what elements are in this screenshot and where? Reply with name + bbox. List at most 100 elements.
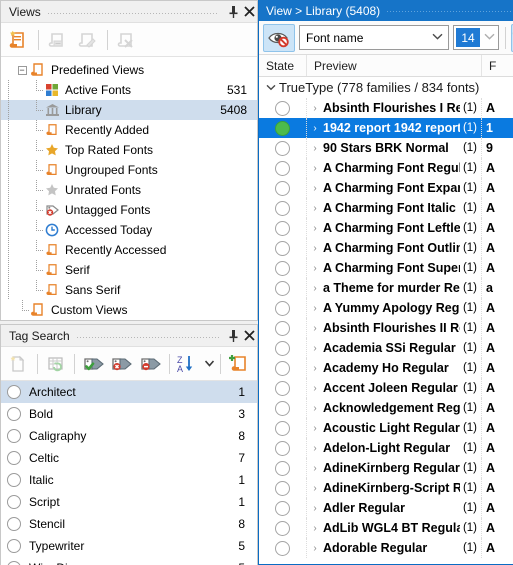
eye-disabled-icon[interactable] [263,23,295,52]
chevron-right-icon[interactable]: › [307,123,323,134]
tag-list-item[interactable]: Script 1 [1,491,257,513]
font-group-row-truetype[interactable]: TrueType (778 families / 834 fonts) [259,77,513,98]
chevron-down-icon[interactable] [263,82,279,94]
state-circle-icon[interactable] [275,480,290,496]
chevron-right-icon[interactable]: › [307,523,323,534]
tag-list-item[interactable]: Architect 1 [1,381,257,403]
tag-list-item[interactable]: Caligraphy 8 [1,425,257,447]
chevron-right-icon[interactable]: › [307,463,323,474]
table-row[interactable]: › AdineKirnberg-Script Regu (1) A [259,478,513,498]
state-circle-icon[interactable] [275,160,290,176]
tag-check-icon[interactable] [80,350,107,378]
tree-item-untagged-fonts[interactable]: Untagged Fonts [1,200,257,220]
table-row[interactable]: › Acoustic Light Regular (1) A [259,418,513,438]
state-circle-icon[interactable] [275,340,290,356]
pin-icon[interactable] [225,327,241,345]
font-state-cell[interactable] [259,298,307,318]
tree-item-predefined-views[interactable]: − Predefined Views [1,60,257,80]
tag-state-circle[interactable] [7,495,21,509]
font-size-value[interactable]: 14 [456,28,480,47]
tag-state-circle[interactable] [7,539,21,553]
state-circle-icon[interactable] [275,320,290,336]
chevron-right-icon[interactable]: › [307,263,323,274]
tree-item-serif[interactable]: Serif [1,260,257,280]
font-state-cell[interactable] [259,358,307,378]
tag-list-item[interactable]: Italic 1 [1,469,257,491]
table-row[interactable]: › Absinth Flourishes I Regula (1) A [259,98,513,118]
state-circle-icon[interactable] [275,260,290,276]
font-state-cell[interactable] [259,258,307,278]
font-state-cell[interactable] [259,458,307,478]
chevron-right-icon[interactable]: › [307,323,323,334]
table-row[interactable]: › 90 Stars BRK Normal (1) 9 [259,138,513,158]
state-circle-icon[interactable] [275,460,290,476]
table-row[interactable]: › Adelon-Light Regular (1) A [259,438,513,458]
tag-state-circle[interactable] [7,473,21,487]
table-row[interactable]: › AdLib WGL4 BT Regular (1) A [259,518,513,538]
state-circle-icon[interactable] [275,400,290,416]
state-circle-icon[interactable] [275,540,290,556]
tag-list[interactable]: Architect 1 Bold 3 Caligraphy 8 Celtic 7 [1,381,257,565]
font-state-cell[interactable] [259,538,307,558]
state-circle-icon[interactable] [275,360,290,376]
table-row[interactable]: › Academy Ho Regular (1) A [259,358,513,378]
tree-item-recently-accessed[interactable]: Recently Accessed [1,240,257,260]
table-row[interactable]: › A Yummy Apology Regular (1) A [259,298,513,318]
table-row[interactable]: › Academia SSi Regular (1) A [259,338,513,358]
state-circle-icon[interactable] [275,220,290,236]
table-row[interactable]: › 1942 report 1942 report (1) 1 [259,118,513,138]
close-icon[interactable] [241,3,257,21]
tree-item-library[interactable]: Library 5408 [1,100,257,120]
tag-list-item[interactable]: Celtic 7 [1,447,257,469]
tree-item-sans-serif[interactable]: Sans Serif [1,280,257,300]
font-state-cell[interactable] [259,118,307,138]
tree-item-accessed-today[interactable]: Accessed Today [1,220,257,240]
table-row[interactable]: › AdineKirnberg Regular (1) A [259,458,513,478]
table-row[interactable]: › A Charming Font Expanded (1) A [259,178,513,198]
tag-exclude-icon[interactable] [137,350,164,378]
tag-state-circle[interactable] [7,451,21,465]
table-row[interactable]: › Absinth Flourishes II Regula (1) A [259,318,513,338]
tree-item-unrated-fonts[interactable]: Unrated Fonts [1,180,257,200]
sort-dropdown-icon[interactable] [203,350,215,378]
table-row[interactable]: › A Charming Font Superexpa (1) A [259,258,513,278]
chevron-down-icon[interactable] [480,32,498,43]
table-row[interactable]: › Acknowledgement Regular (1) A [259,398,513,418]
state-circle-icon[interactable] [275,100,290,116]
chevron-right-icon[interactable]: › [307,343,323,354]
tag-state-circle[interactable] [7,517,21,531]
tag-state-circle[interactable] [7,429,21,443]
state-circle-icon[interactable] [275,240,290,256]
font-state-cell[interactable] [259,438,307,458]
chevron-right-icon[interactable]: › [307,183,323,194]
chevron-right-icon[interactable]: › [307,403,323,414]
font-state-cell[interactable] [259,218,307,238]
table-row[interactable]: › A Charming Font Regular (1) A [259,158,513,178]
chevron-right-icon[interactable]: › [307,203,323,214]
font-state-cell[interactable] [259,478,307,498]
chevron-right-icon[interactable]: › [307,443,323,454]
font-size-combobox[interactable]: 14 [453,25,499,50]
tag-list-item[interactable]: Typewriter 5 [1,535,257,557]
close-icon[interactable] [241,327,257,345]
tag-list-item[interactable]: Bold 3 [1,403,257,425]
chevron-right-icon[interactable]: › [307,223,323,234]
state-circle-icon[interactable] [275,440,290,456]
font-state-cell[interactable] [259,418,307,438]
table-row[interactable]: › A Charming Font Italic Regu (1) A [259,198,513,218]
views-tree[interactable]: − Predefined Views Active Fonts 531 Libr… [1,57,257,320]
chevron-right-icon[interactable]: › [307,243,323,254]
state-circle-icon[interactable] [275,420,290,436]
preview-mode-combobox[interactable]: Font name [299,25,449,50]
column-header-preview[interactable]: Preview [307,55,482,76]
font-state-cell[interactable] [259,338,307,358]
table-row[interactable]: › A Charming Font Leftleanin (1) A [259,218,513,238]
font-state-cell[interactable] [259,498,307,518]
expander-icon[interactable]: − [15,60,29,80]
tag-remove-icon[interactable] [109,350,136,378]
chevron-right-icon[interactable]: › [307,163,323,174]
table-row[interactable]: › a Theme for murder Regula (1) a [259,278,513,298]
tree-item-ungrouped-fonts[interactable]: Ungrouped Fonts [1,160,257,180]
state-circle-icon[interactable] [275,300,290,316]
chevron-right-icon[interactable]: › [307,383,323,394]
